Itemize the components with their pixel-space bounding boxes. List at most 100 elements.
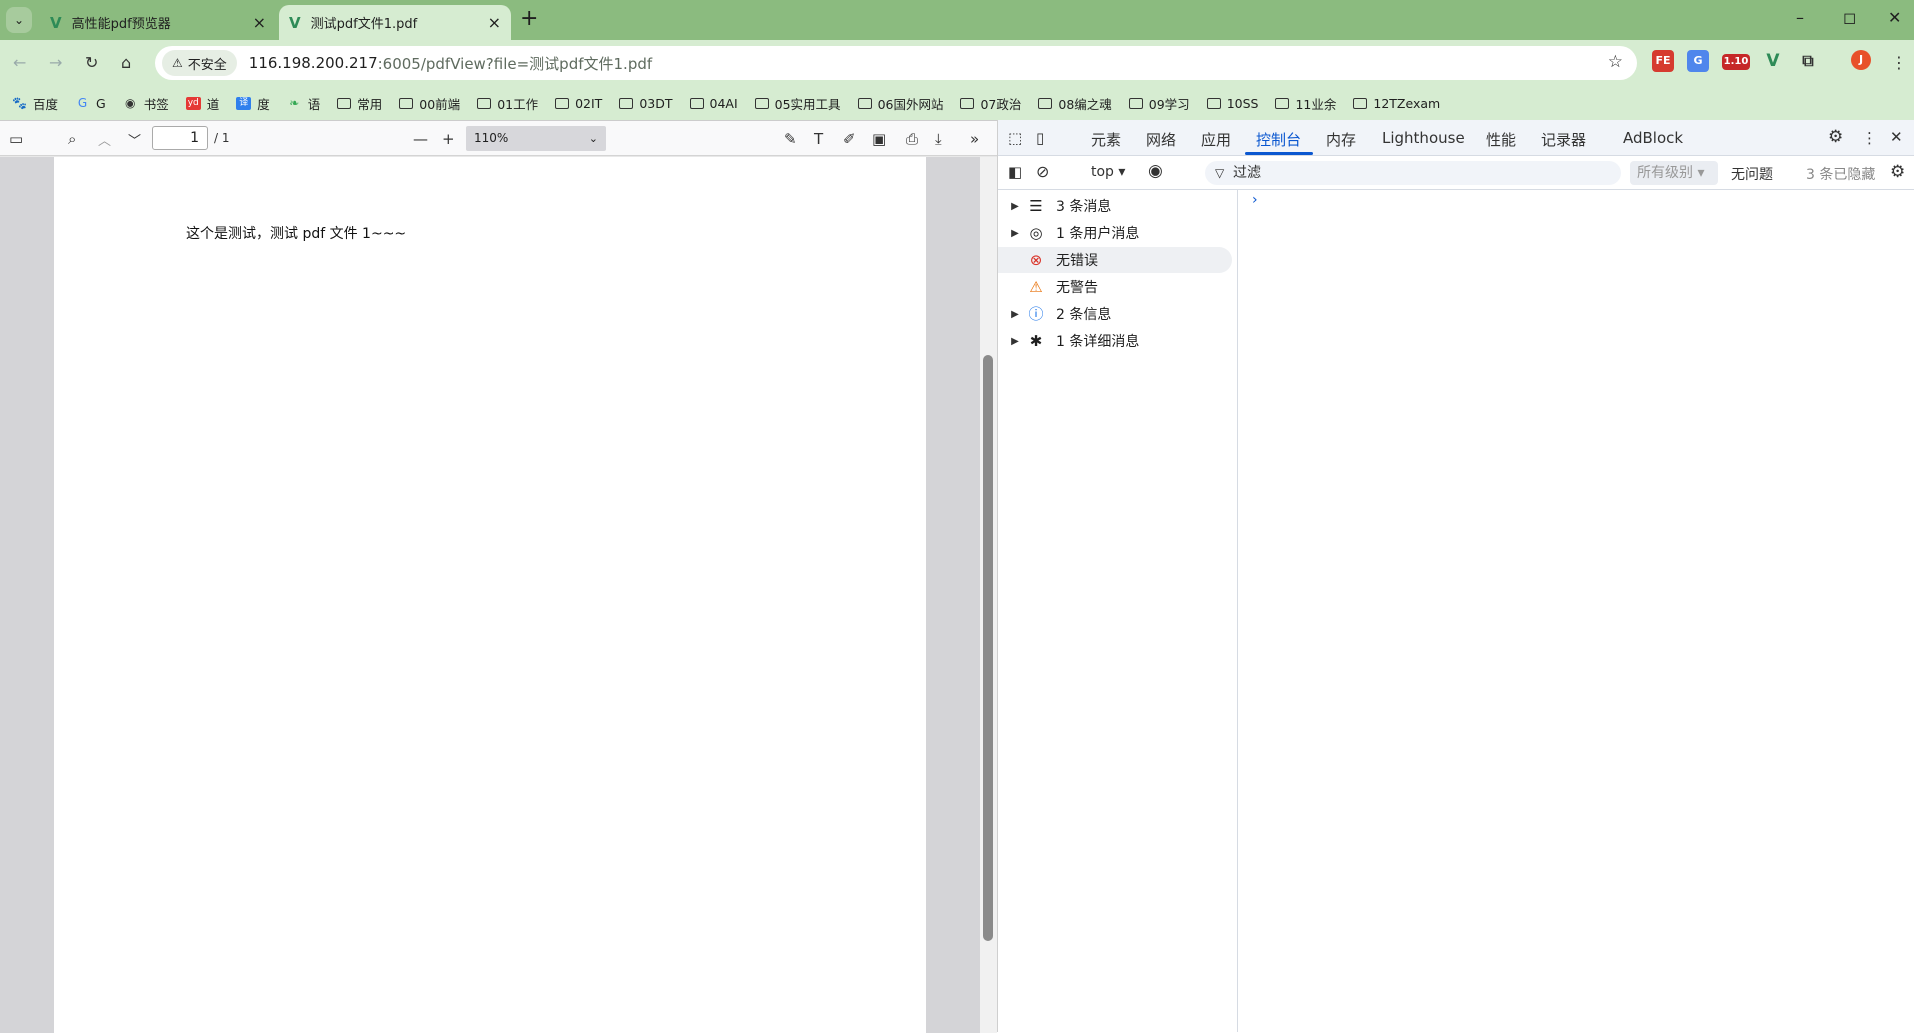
gear-icon[interactable]: ⚙ [1828,127,1843,147]
expand-arrow-icon[interactable]: ▶ [1004,201,1026,212]
page-number-input[interactable]: 1 [152,126,208,150]
bookmark-item[interactable]: GG [75,96,106,111]
kebab-menu-icon[interactable]: ⋮ [1891,53,1907,72]
bookmark-item[interactable]: 09学习 [1128,94,1190,113]
draw-icon[interactable]: ✐ [843,130,856,148]
clear-console-icon[interactable]: ⊘ [1036,162,1049,181]
tab-console[interactable]: 控制台 [1256,129,1301,150]
bookmark-item[interactable]: 10SS [1206,96,1258,111]
close-icon[interactable]: × [253,13,266,32]
navigation-bar: ← → ↻ ⌂ ⚠ 不安全 116.198.200.217 :6005/pdfV… [0,40,1914,86]
more-tools-icon[interactable]: » [970,130,979,148]
close-icon[interactable]: ✕ [1890,128,1903,146]
tab-network[interactable]: 网络 [1146,129,1176,150]
sidebar-item-info[interactable]: ▶ ⓘ 2 条信息 [998,301,1232,327]
bookmark-item[interactable]: yd 道 [185,94,219,113]
image-icon[interactable]: ▣ [872,130,886,148]
bookmark-item[interactable]: 00前端 [399,94,460,113]
tab-search-button[interactable]: ⌄ [6,7,32,33]
close-window-button[interactable]: ✕ [1888,8,1901,27]
home-icon[interactable]: ⌂ [121,53,131,72]
bookmark-item[interactable]: 常用 [337,94,382,113]
tab-application[interactable]: 应用 [1201,129,1231,150]
fe-extension-icon[interactable]: FE [1652,50,1674,72]
tab-recorder[interactable]: 记录器 [1541,129,1586,150]
bookmark-label: 语 [307,96,321,112]
extension-badge[interactable]: 1.10 [1722,54,1750,70]
bookmark-item[interactable]: 译度 [236,94,270,113]
expand-arrow-icon[interactable]: ▶ [1004,228,1026,239]
bookmark-item[interactable]: 02IT [555,96,602,111]
context-selector[interactable]: top ▾ [1091,164,1125,180]
tab-memory[interactable]: 内存 [1326,129,1356,150]
error-icon: ⊗ [1029,251,1043,269]
bookmark-item[interactable]: 08编之魂 [1038,94,1112,113]
zoom-out-icon[interactable]: — [413,130,428,148]
next-page-icon[interactable]: ﹀ [128,130,141,149]
bookmark-item[interactable]: 11业余 [1275,94,1336,113]
bookmark-item[interactable]: 12TZexam [1353,96,1440,111]
print-icon[interactable]: ⎙ [906,130,918,148]
minimize-button[interactable]: – [1796,8,1804,27]
sidebar-item-messages[interactable]: ▶ ☰ 3 条消息 [998,193,1232,219]
tab-elements[interactable]: 元素 [1091,129,1121,150]
search-icon[interactable]: ⌕ [68,130,76,148]
scrollbar-thumb[interactable] [983,355,993,941]
bookmark-star-icon[interactable]: ☆ [1608,52,1623,72]
reload-icon[interactable]: ↻ [85,53,98,72]
expand-arrow-icon[interactable]: ▶ [1004,309,1026,320]
issues-counter[interactable]: 无问题 [1731,164,1773,184]
zoom-select[interactable]: 110% ⌄ [466,126,606,151]
sidebar-item-errors[interactable]: ⊗ 无错误 [998,247,1232,273]
bookmark-item[interactable]: ◉ 书签 [123,94,169,113]
pdf-viewer: ▭ ⌕ ︿ ﹀ 1 / 1 — + 110% ⌄ ✎ T ✐ ▣ ⎙ ⤓ » 这… [0,120,997,1033]
vue-devtools-icon[interactable]: V [1762,50,1784,72]
filter-input[interactable]: ▽ 过滤 [1205,161,1621,185]
tab-pdf-viewer[interactable]: V 高性能pdf预览器 × [40,5,276,40]
bookmark-item[interactable]: 05实用工具 [754,94,841,113]
translate-extension-icon[interactable]: G [1687,50,1709,72]
tab-adblock[interactable]: AdBlock [1623,129,1683,147]
tab-lighthouse[interactable]: Lighthouse [1382,129,1465,147]
tab-test-pdf[interactable]: V 测试pdf文件1.pdf × [279,5,511,40]
eye-icon[interactable]: ◉ [1148,161,1163,181]
sidebar-toggle-icon[interactable]: ▭ [9,130,23,148]
kebab-menu-icon[interactable]: ⋮ [1862,129,1877,147]
warning-icon: ⚠ [1029,278,1043,296]
back-arrow-icon[interactable]: ← [13,53,26,72]
vue-favicon-icon: V [50,13,62,32]
console-settings-icon[interactable]: ⚙ [1890,162,1905,182]
previous-page-icon[interactable]: ︿ [98,130,111,149]
bookmark-item[interactable]: 03DT [619,96,673,111]
bookmark-item[interactable]: ❧ 语 [287,94,321,113]
address-bar[interactable]: ⚠ 不安全 116.198.200.217 :6005/pdfView?file… [155,46,1637,80]
zoom-in-icon[interactable]: + [442,130,455,148]
close-icon[interactable]: × [488,13,501,32]
sidebar-item-user-messages[interactable]: ▶ ◎ 1 条用户消息 [998,220,1232,246]
new-tab-button[interactable]: + [520,6,538,31]
page-count: / 1 [214,131,230,145]
text-tool-icon[interactable]: T [814,130,823,148]
restore-button[interactable]: ◻ [1843,8,1856,27]
console-prompt[interactable]: › [1252,192,1258,208]
tab-performance[interactable]: 性能 [1486,129,1516,150]
forward-arrow-icon[interactable]: → [49,53,62,72]
highlight-icon[interactable]: ✎ [784,130,797,148]
security-chip[interactable]: ⚠ 不安全 [162,50,237,76]
sidebar-toggle-icon[interactable]: ◧ [1008,163,1022,181]
bookmark-item[interactable]: 06国外网站 [857,94,943,113]
puzzle-icon[interactable]: ⧉ [1797,50,1819,72]
sidebar-item-warnings[interactable]: ⚠ 无警告 [998,274,1232,300]
device-toolbar-icon[interactable]: ▯ [1036,129,1044,147]
download-icon[interactable]: ⤓ [935,130,942,148]
globe-icon: ◉ [124,95,136,110]
profile-avatar[interactable]: J [1851,50,1871,70]
bookmark-item[interactable]: 04AI [689,96,738,111]
expand-arrow-icon[interactable]: ▶ [1004,336,1026,347]
bookmark-item[interactable]: 🐾 百度 [12,94,58,113]
sidebar-item-verbose[interactable]: ▶ ✱ 1 条详细消息 [998,328,1232,354]
bookmark-item[interactable]: 07政治 [960,94,1021,113]
inspect-element-icon[interactable]: ⬚ [1008,129,1022,147]
bookmark-item[interactable]: 01工作 [477,94,538,113]
log-levels-select[interactable]: 所有级别 ▾ [1630,161,1718,185]
